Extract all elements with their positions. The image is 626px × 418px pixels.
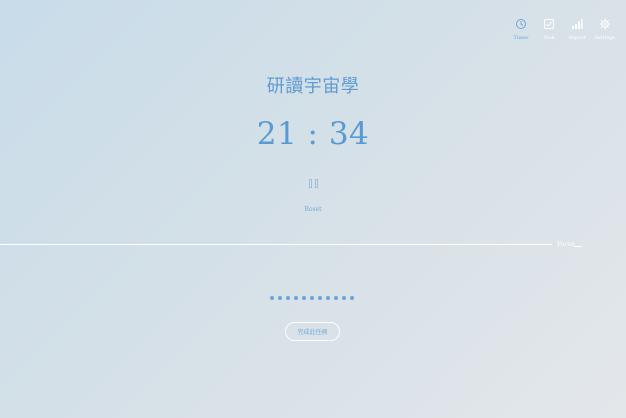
focus-mode-label: Focus <box>557 241 575 248</box>
nav-label-timer: Timer <box>513 35 529 41</box>
nav-item-task[interactable]: Task <box>536 18 562 41</box>
session-dot <box>326 296 330 300</box>
focus-mode-tail-line <box>574 246 582 247</box>
session-dot <box>286 296 290 300</box>
nav-label-settings: Settings <box>594 35 616 41</box>
reset-link[interactable]: Reset <box>0 206 626 213</box>
session-dot <box>350 296 354 300</box>
session-dot <box>334 296 338 300</box>
pause-icon-right-bar <box>315 179 318 188</box>
session-dot <box>302 296 306 300</box>
session-dot <box>270 296 274 300</box>
session-dot <box>342 296 346 300</box>
finish-task-button[interactable]: 完成此任務 <box>285 322 340 341</box>
session-dot <box>278 296 282 300</box>
pause-icon-left-bar <box>309 179 312 188</box>
focus-progress-line <box>0 244 552 245</box>
nav-label-task: Task <box>543 35 555 41</box>
nav-item-timer[interactable]: Timer <box>508 18 534 41</box>
session-dots <box>270 296 354 300</box>
session-dot <box>318 296 322 300</box>
task-check-icon <box>544 19 554 29</box>
top-navigation: Timer Task Report Settings <box>508 18 618 41</box>
session-dot <box>294 296 298 300</box>
nav-item-report[interactable]: Report <box>564 18 590 41</box>
pause-button[interactable] <box>309 179 318 189</box>
session-dot <box>310 296 314 300</box>
clock-icon <box>516 19 526 29</box>
gear-icon <box>599 18 611 30</box>
nav-item-settings[interactable]: Settings <box>592 18 618 41</box>
signal-bars-icon <box>572 19 583 29</box>
task-title: 研讀宇宙學 <box>266 76 360 97</box>
nav-label-report: Report <box>568 35 586 41</box>
timer-display: 21 : 34 <box>256 116 370 152</box>
